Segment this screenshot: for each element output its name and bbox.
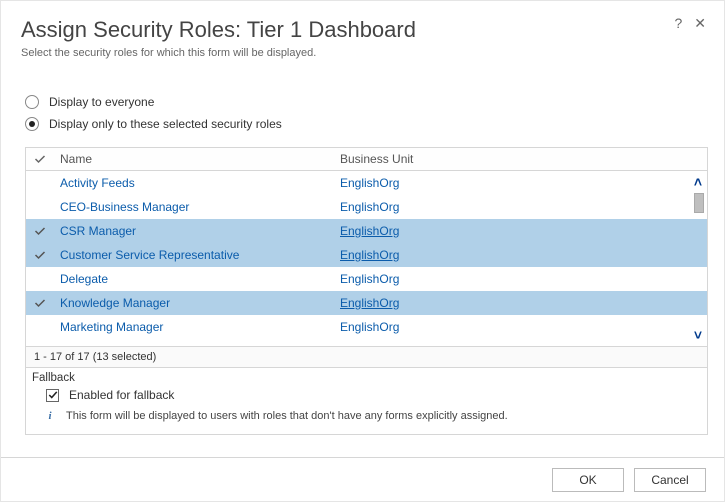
scroll-down-icon[interactable]: ˅ [694,328,702,342]
table-row[interactable]: Activity Feeds EnglishOrg [26,171,707,195]
fallback-note: This form will be displayed to users wit… [66,410,508,422]
row-check-icon [26,297,54,309]
table-row[interactable]: Knowledge Manager EnglishOrg [26,291,707,315]
fallback-checkbox[interactable] [46,389,59,402]
business-unit-link[interactable]: EnglishOrg [340,248,399,262]
business-unit-link[interactable]: EnglishOrg [340,224,399,238]
row-check-icon [26,321,54,333]
table-body: Activity FeedsEnglishOrgCEO-Business Man… [26,171,707,346]
radio-icon [25,95,39,109]
scrollbar[interactable]: ˄ ˅ [689,171,707,346]
dialog-footer: OK Cancel [1,457,724,501]
role-name-link[interactable]: Knowledge Manager [60,296,170,310]
dialog-header: Assign Security Roles: Tier 1 Dashboard … [1,1,724,67]
help-icon[interactable]: ? [674,15,682,32]
info-icon: i [42,408,58,424]
close-icon[interactable]: ✕ [694,15,706,32]
role-name-link[interactable]: CSR Manager [60,224,136,238]
scroll-up-icon[interactable]: ˄ [694,175,702,189]
radio-label-everyone: Display to everyone [49,95,154,109]
fallback-label: Enabled for fallback [69,388,174,402]
role-name-link[interactable]: Customer Service Representative [60,248,239,262]
table-row[interactable]: Marketing Manager EnglishOrg [26,315,707,339]
business-unit-link[interactable]: EnglishOrg [340,272,399,286]
column-header-name[interactable]: Name [54,152,334,166]
business-unit-link[interactable]: EnglishOrg [340,200,399,214]
column-header-bu[interactable]: Business Unit [334,152,687,166]
radio-icon [25,117,39,131]
row-check-icon [26,273,54,285]
cancel-button[interactable]: Cancel [634,468,706,492]
table-row[interactable]: Delegate EnglishOrg [26,267,707,291]
table-row[interactable]: CSR Manager EnglishOrg [26,219,707,243]
fallback-title: Fallback [32,372,701,384]
business-unit-link[interactable]: EnglishOrg [340,176,399,190]
role-name-link[interactable]: CEO-Business Manager [60,200,189,214]
role-name-link[interactable]: Activity Feeds [60,176,135,190]
table-row[interactable]: Customer Service Representative EnglishOr… [26,243,707,267]
radio-display-everyone[interactable]: Display to everyone [25,95,700,109]
table-row[interactable]: CEO-Business Manager EnglishOrg [26,195,707,219]
row-check-icon [26,201,54,213]
row-check-icon [26,225,54,237]
business-unit-link[interactable]: EnglishOrg [340,320,399,334]
scroll-thumb[interactable] [694,193,704,213]
business-unit-link[interactable]: EnglishOrg [340,296,399,310]
radio-label-selected: Display only to these selected security … [49,117,282,131]
role-name-link[interactable]: Marketing Manager [60,320,163,334]
table-status: 1 - 17 of 17 (13 selected) [26,346,707,367]
table-header: Name Business Unit [26,148,707,171]
radio-display-selected[interactable]: Display only to these selected security … [25,117,700,131]
row-check-icon [26,177,54,189]
dialog-title: Assign Security Roles: Tier 1 Dashboard [21,17,704,43]
role-name-link[interactable]: Delegate [60,272,108,286]
ok-button[interactable]: OK [552,468,624,492]
display-options: Display to everyone Display only to thes… [1,67,724,145]
roles-table: Name Business Unit Activity Feeds English… [25,147,708,368]
select-all-checkbox[interactable] [26,153,54,165]
fallback-section: Fallback Enabled for fallback i This for… [25,368,708,435]
row-check-icon [26,249,54,261]
dialog-subtitle: Select the security roles for which this… [21,47,704,59]
